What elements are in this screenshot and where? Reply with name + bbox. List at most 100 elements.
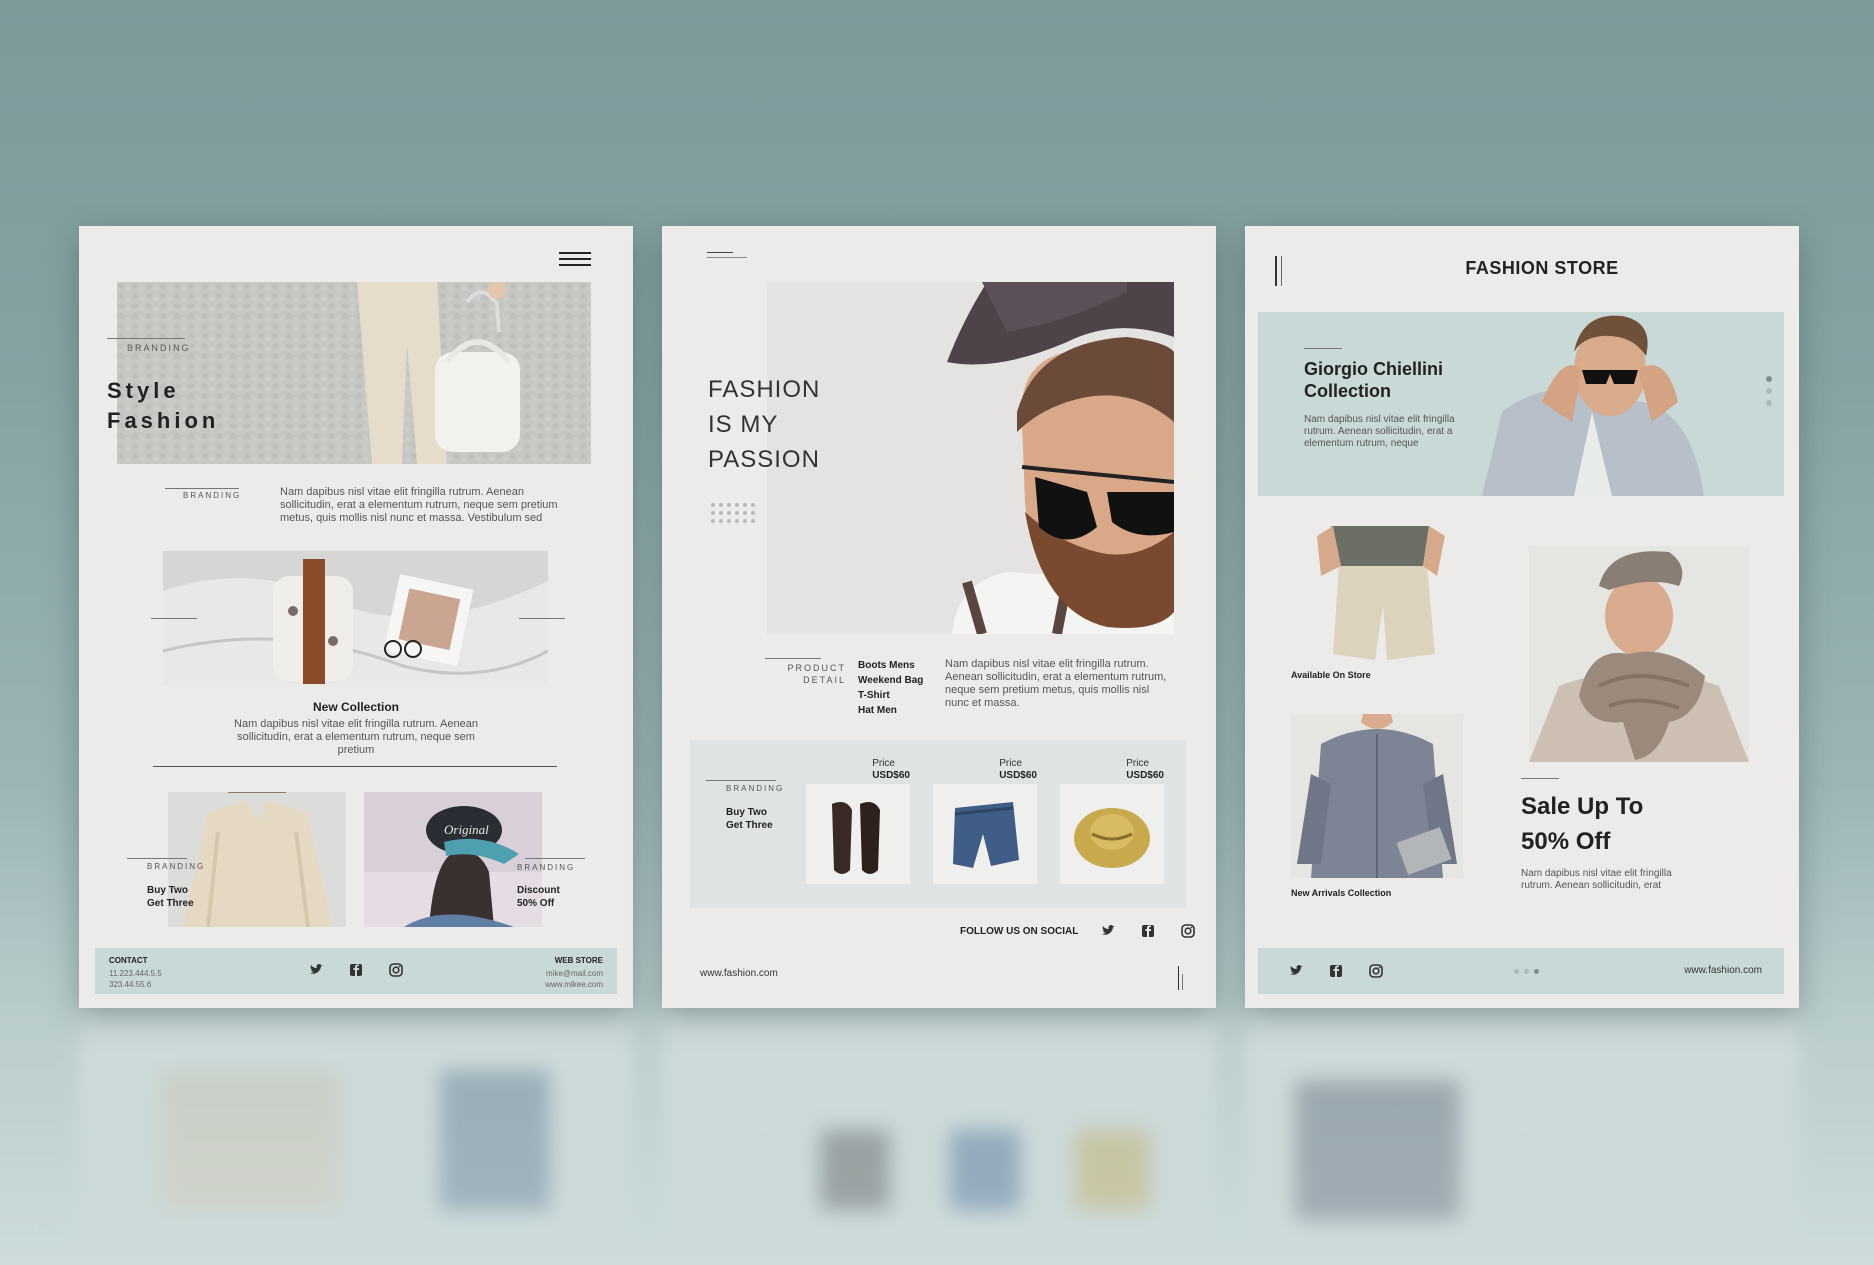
slider-dot[interactable]: [1766, 400, 1772, 406]
dot-grid-decoration: [711, 503, 755, 523]
collection-title: New Collection: [312, 700, 399, 714]
intro-text: Nam dapibus nisl vitae elit fringilla ru…: [280, 486, 558, 524]
card-right-line2: 50% Off: [517, 898, 555, 909]
brochure-page-style-fashion: BRANDING Style Fashion BRANDING Nam dapi…: [79, 226, 633, 1008]
hero-collection-line2: Collection: [1304, 381, 1392, 401]
headline-line2: IS MY: [708, 411, 779, 438]
hero-photo-man-hat: [767, 282, 1174, 634]
arrivals-caption: New Arrivals Collection: [1291, 888, 1392, 898]
intro-branding-label: BRANDING: [183, 491, 242, 500]
twitter-icon[interactable]: [1100, 923, 1116, 939]
price-label: Price: [1126, 758, 1149, 769]
footer-web: mike@mail.com www.mikee.com: [545, 968, 603, 990]
price-value: USD$60: [872, 770, 910, 781]
product-item: Boots Mens: [858, 660, 915, 671]
card-right-label: BRANDING: [517, 863, 576, 872]
card-left-line1: Buy Two: [147, 885, 188, 896]
product-card-hat[interactable]: Price USD$60: [1060, 740, 1164, 886]
promo-offer: Buy Two Get Three: [726, 806, 773, 832]
twitter-icon[interactable]: [308, 962, 324, 978]
headline-line1: FASHION: [708, 376, 821, 403]
follow-us-text: FOLLOW US ON SOCIAL: [960, 926, 1079, 937]
menu-icon[interactable]: [559, 252, 591, 266]
price-tag: Price USD$60: [872, 758, 910, 782]
cap-text: Original: [444, 822, 489, 837]
products-band: BRANDING Buy Two Get Three Price USD$60 …: [690, 740, 1186, 908]
shorts-photo: [933, 784, 1037, 884]
hero-branding-label: BRANDING: [127, 343, 191, 353]
headline-line3: PASSION: [708, 446, 820, 473]
instagram-icon[interactable]: [1368, 963, 1384, 979]
footer-contact: 11.223.444.5.5 323.44.55.6: [109, 968, 162, 990]
available-caption: Available On Store: [1291, 670, 1371, 680]
product-item-list: Boots Mens Weekend Bag T-Shirt Hat Men: [858, 658, 923, 718]
website-link[interactable]: www.fashion.com: [700, 968, 778, 979]
hero-title: Style Fashion: [107, 376, 219, 436]
hero-collection-title: Giorgio Chiellini Collection: [1304, 358, 1443, 402]
card-right-offer: Discount 50% Off: [517, 884, 560, 910]
sale-line2: 50% Off: [1521, 828, 1611, 855]
twitter-icon[interactable]: [1288, 963, 1304, 979]
footer-band: www.fashion.com: [1258, 948, 1784, 994]
facebook-icon[interactable]: [348, 962, 364, 978]
product-photo-shirt-man: [1291, 714, 1463, 878]
pager-dot[interactable]: [1514, 969, 1519, 974]
hero-band: Giorgio Chiellini Collection Nam dapibus…: [1258, 312, 1784, 496]
hero-title-line2: Fashion: [107, 408, 220, 433]
hero-collection-text: Nam dapibus nisl vitae elit fringilla ru…: [1304, 414, 1455, 449]
card-photo-sweater: [168, 792, 346, 927]
price-label: Price: [999, 758, 1022, 769]
hero-title-line1: Style: [107, 378, 180, 403]
card-left-line2: Get Three: [147, 898, 194, 909]
sale-text: Nam dapibus nisl vitae elit fringilla ru…: [1521, 868, 1672, 891]
promo-line1: Buy Two: [726, 807, 767, 818]
product-card-boots[interactable]: Price USD$60: [806, 740, 910, 886]
footer-email[interactable]: mike@mail.com: [545, 968, 603, 979]
collection-photo-backpack: [163, 551, 548, 686]
hat-photo: [1060, 784, 1164, 884]
price-tag: Price USD$60: [999, 758, 1037, 782]
card-photo-cap: Original: [364, 792, 542, 927]
price-value: USD$60: [999, 770, 1037, 781]
footer-contact-title: CONTACT: [109, 956, 148, 965]
facebook-icon[interactable]: [1140, 923, 1156, 939]
boots-photo: [806, 784, 910, 884]
product-item: Hat Men: [858, 705, 897, 716]
card-left-offer: Buy Two Get Three: [147, 884, 194, 910]
product-photo-scarf-man: [1529, 546, 1749, 762]
floor-reflection: [0, 1010, 1874, 1265]
headline: FASHION IS MY PASSION: [708, 372, 820, 477]
price-tag: Price USD$60: [1126, 758, 1164, 782]
product-detail-line2: DETAIL: [803, 675, 846, 685]
pager-dot[interactable]: [1534, 969, 1539, 974]
product-item: T-Shirt: [858, 690, 890, 701]
footer-website[interactable]: www.mikee.com: [545, 979, 603, 990]
watermark: blog: [38, 1222, 57, 1233]
website-link[interactable]: www.fashion.com: [1684, 965, 1762, 976]
footer-phone-2: 323.44.55.6: [109, 980, 152, 989]
promo-branding-label: BRANDING: [726, 784, 785, 793]
product-item: Weekend Bag: [858, 675, 924, 686]
slider-dot[interactable]: [1766, 388, 1772, 394]
product-detail-text: Nam dapibus nisl vitae elit fringilla ru…: [945, 658, 1167, 709]
card-left-label: BRANDING: [147, 862, 206, 871]
price-label: Price: [872, 758, 895, 769]
hero-photo-sunglasses-man: [1482, 315, 1704, 496]
product-detail-label: PRODUCT DETAIL: [742, 662, 846, 686]
brochure-page-fashion-passion: FASHION IS MY PASSION PRODUCT DETAIL Boo…: [662, 226, 1216, 1008]
pager-dot[interactable]: [1524, 969, 1529, 974]
collection-text: Nam dapibus nisl vitae elit fringilla ru…: [234, 718, 478, 756]
card-right-line1: Discount: [517, 885, 560, 896]
instagram-icon[interactable]: [388, 962, 404, 978]
product-card-shorts[interactable]: Price USD$60: [933, 740, 1037, 886]
store-title: FASHION STORE: [1465, 258, 1619, 278]
brochure-page-fashion-store: FASHION STORE Giorgio Chiellini Collecti…: [1245, 226, 1799, 1008]
facebook-icon[interactable]: [1328, 963, 1344, 979]
slider-dot[interactable]: [1766, 376, 1772, 382]
sale-headline: Sale Up To 50% Off: [1521, 789, 1643, 859]
instagram-icon[interactable]: [1180, 923, 1196, 939]
price-value: USD$60: [1126, 770, 1164, 781]
footer-phone-1: 11.223.444.5.5: [109, 969, 162, 978]
hero-collection-line1: Giorgio Chiellini: [1304, 359, 1443, 379]
product-photo-shorts: [1311, 526, 1451, 660]
